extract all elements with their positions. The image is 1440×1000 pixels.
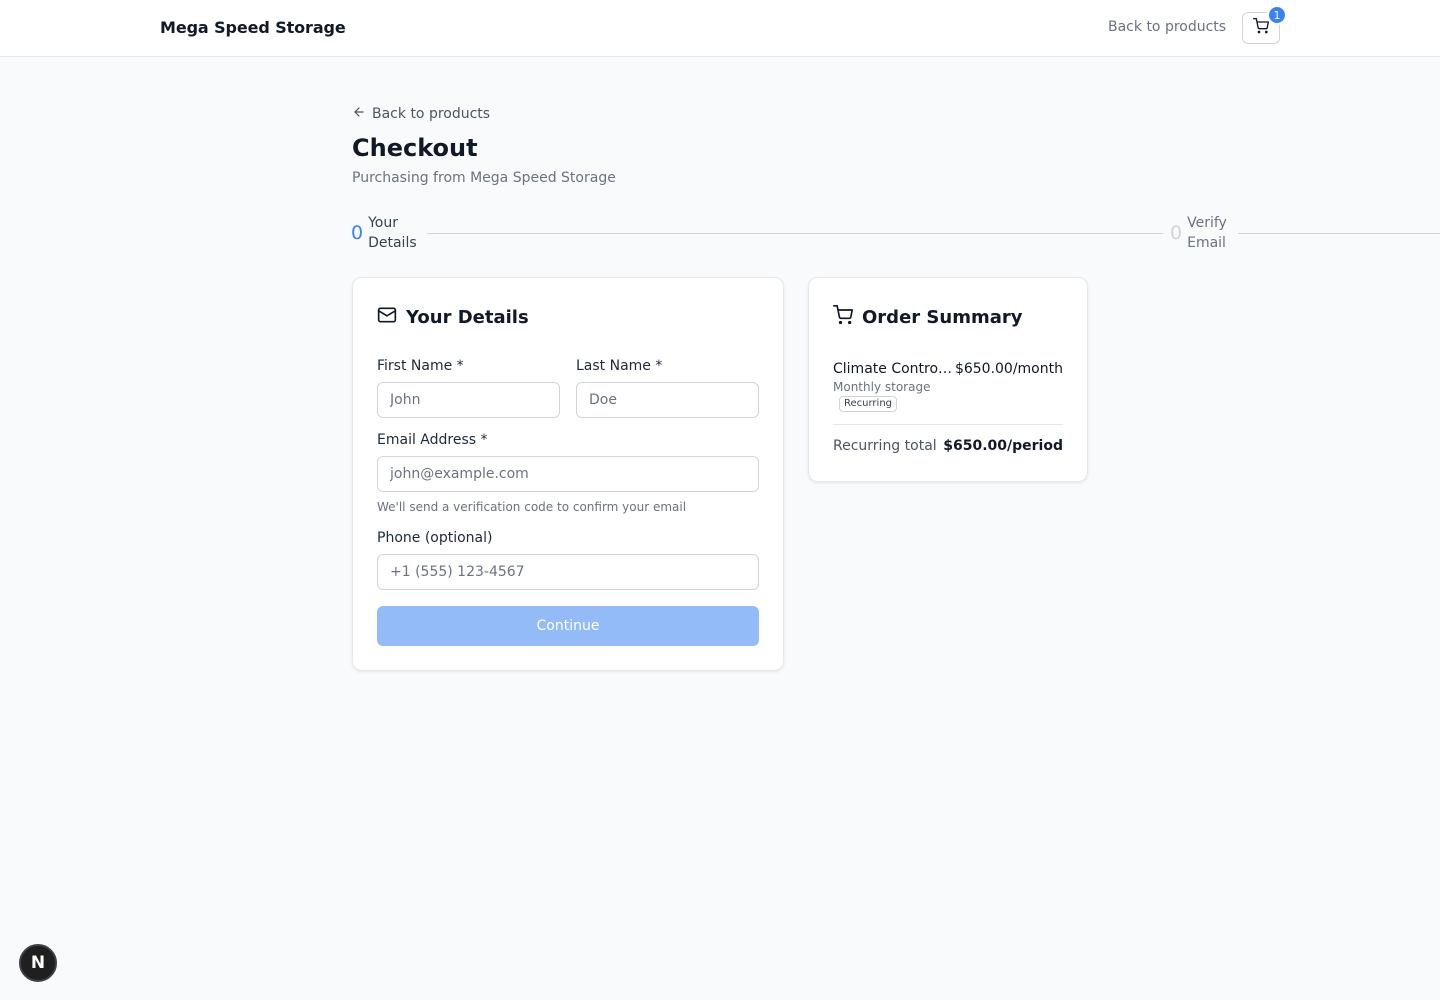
order-summary-heading: Order Summary xyxy=(833,305,1022,330)
step-label: Your Details xyxy=(368,215,417,251)
back-link-label: Back to products xyxy=(372,106,491,122)
top-bar: Mega Speed Storage Back to products 1 xyxy=(0,0,1440,57)
step-number: 0 xyxy=(351,221,364,244)
page-title: Checkout xyxy=(352,134,478,162)
last-name-label: Last Name * xyxy=(576,358,663,374)
last-name-input[interactable] xyxy=(576,382,759,418)
step-connector xyxy=(427,233,1163,234)
first-name-label: First Name * xyxy=(377,358,464,374)
page-subtitle: Purchasing from Mega Speed Storage xyxy=(352,170,616,186)
step-label: Verify Email xyxy=(1187,215,1227,251)
brand-name[interactable]: Mega Speed Storage xyxy=(160,18,346,37)
step-your-details: 0 Your Details xyxy=(351,213,417,253)
order-summary-card: Order Summary Climate Controlled Storage… xyxy=(808,277,1088,482)
mail-icon xyxy=(377,305,397,330)
email-help-text: We'll send a verification code to confir… xyxy=(377,500,687,514)
step-number: 0 xyxy=(1170,221,1183,244)
card-title: Order Summary xyxy=(862,307,1023,328)
cart-icon xyxy=(833,305,853,330)
floating-n-badge[interactable]: N xyxy=(19,944,57,982)
arrow-left-icon xyxy=(352,105,366,123)
phone-label: Phone (optional) xyxy=(377,530,493,546)
your-details-heading: Your Details xyxy=(377,305,529,330)
header-back-to-products-link[interactable]: Back to products xyxy=(1108,19,1226,35)
email-label: Email Address * xyxy=(377,432,488,448)
summary-divider xyxy=(833,424,1063,425)
continue-button[interactable]: Continue xyxy=(377,606,759,646)
total-label: Recurring total xyxy=(833,438,937,454)
total-value: $650.00/period xyxy=(943,438,1063,454)
back-to-products-link[interactable]: Back to products xyxy=(352,105,490,123)
first-name-input[interactable] xyxy=(377,382,560,418)
cart-count-badge: 1 xyxy=(1267,5,1287,25)
cart-icon xyxy=(1253,18,1269,38)
order-item-price: $650.00/month xyxy=(954,361,1063,377)
card-title: Your Details xyxy=(406,307,529,328)
recurring-tag: Recurring xyxy=(839,396,897,412)
order-item-description: Monthly storage xyxy=(833,380,931,394)
phone-input[interactable] xyxy=(377,554,759,590)
step-verify-email: 0 Verify Email xyxy=(1170,213,1235,253)
your-details-card: Your Details First Name * Last Name * Em… xyxy=(352,277,784,671)
step-connector xyxy=(1238,233,1440,234)
email-input[interactable] xyxy=(377,456,759,492)
order-item-name: Climate Controlled Storage xyxy=(833,361,953,377)
